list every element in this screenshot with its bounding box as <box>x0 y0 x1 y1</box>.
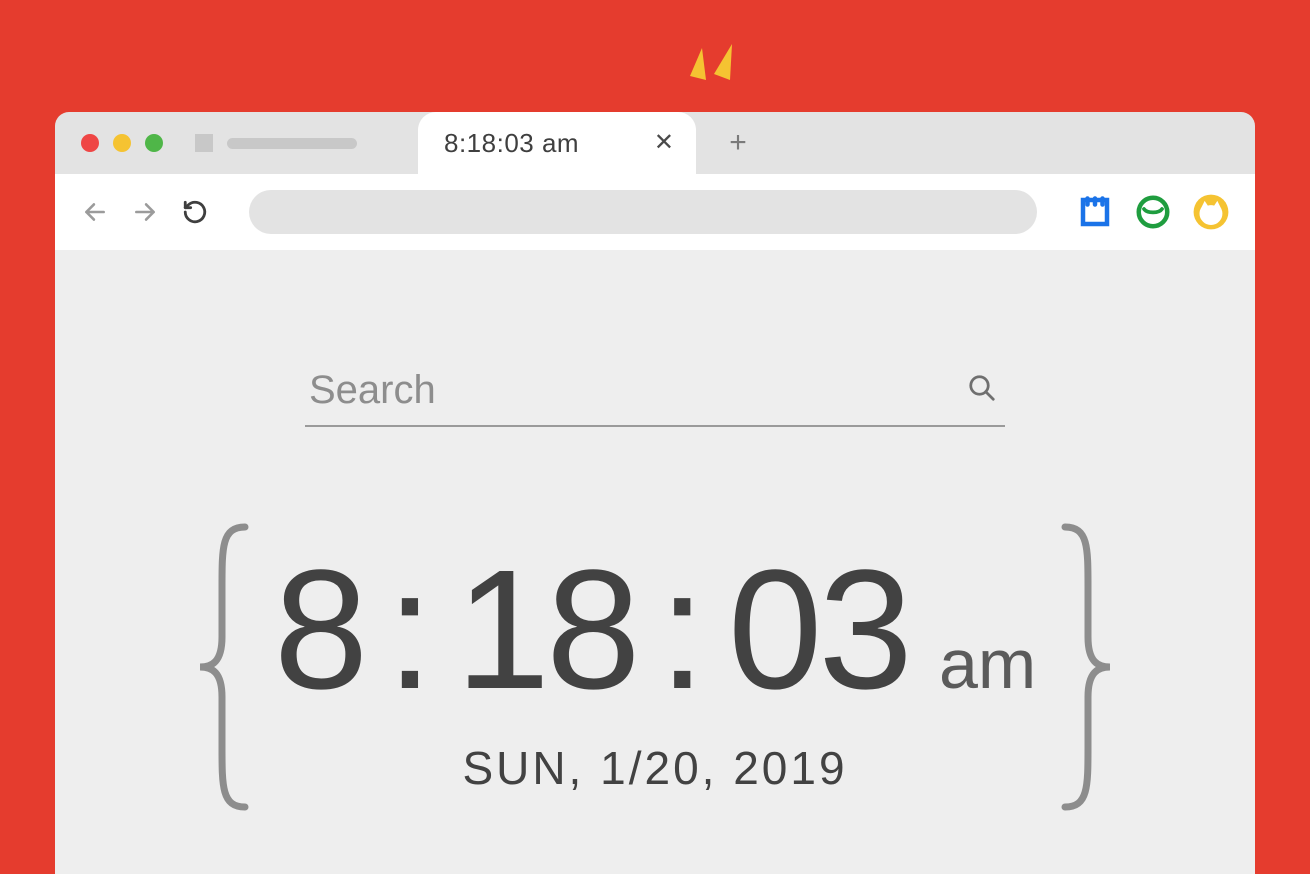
window-controls <box>81 134 163 152</box>
back-button[interactable] <box>79 196 111 228</box>
brace-left-icon <box>190 517 260 822</box>
search-box[interactable] <box>305 362 1005 427</box>
time-seconds: 03 <box>728 545 909 715</box>
extension-clock[interactable] <box>1133 192 1173 232</box>
browser-window: 8:18:03 am ✕ + <box>55 112 1255 874</box>
inactive-tab-placeholder[interactable] <box>195 134 357 152</box>
reload-button[interactable] <box>179 196 211 228</box>
bookmark-icon <box>1077 194 1113 230</box>
reload-icon <box>182 199 208 225</box>
cat-icon <box>1192 193 1230 231</box>
time-minutes: 18 <box>456 545 637 715</box>
burst-decoration <box>684 38 744 98</box>
zoom-window-button[interactable] <box>145 134 163 152</box>
forward-button[interactable] <box>129 196 161 228</box>
minimize-window-button[interactable] <box>113 134 131 152</box>
time-hours: 8 <box>274 545 365 715</box>
tab-title-placeholder <box>227 138 357 149</box>
tab-strip: 8:18:03 am ✕ + <box>55 112 1255 174</box>
extension-bookmark[interactable] <box>1075 192 1115 232</box>
clock-icon <box>1135 194 1171 230</box>
search-icon[interactable] <box>967 373 997 408</box>
arrow-left-icon <box>82 199 108 225</box>
time-display: 8 : 18 : 03 am <box>274 545 1036 715</box>
favicon-placeholder <box>195 134 213 152</box>
tab-title: 8:18:03 am <box>444 128 654 159</box>
date-display: SUN, 1/20, 2019 <box>274 741 1036 795</box>
close-window-button[interactable] <box>81 134 99 152</box>
address-bar[interactable] <box>249 190 1037 234</box>
arrow-right-icon <box>132 199 158 225</box>
new-tab-button[interactable]: + <box>713 112 763 174</box>
time-colon-2: : <box>659 545 706 715</box>
search-input[interactable] <box>309 368 967 413</box>
time-colon-1: : <box>386 545 433 715</box>
clock-widget: 8 : 18 : 03 am SUN, 1/20, 2019 <box>55 517 1255 822</box>
time-ampm: am <box>939 624 1036 704</box>
extension-cat[interactable] <box>1191 192 1231 232</box>
toolbar <box>55 174 1255 250</box>
active-tab[interactable]: 8:18:03 am ✕ <box>418 112 696 174</box>
close-tab-button[interactable]: ✕ <box>654 131 674 155</box>
brace-right-icon <box>1050 517 1120 822</box>
page-content: 8 : 18 : 03 am SUN, 1/20, 2019 <box>55 250 1255 874</box>
